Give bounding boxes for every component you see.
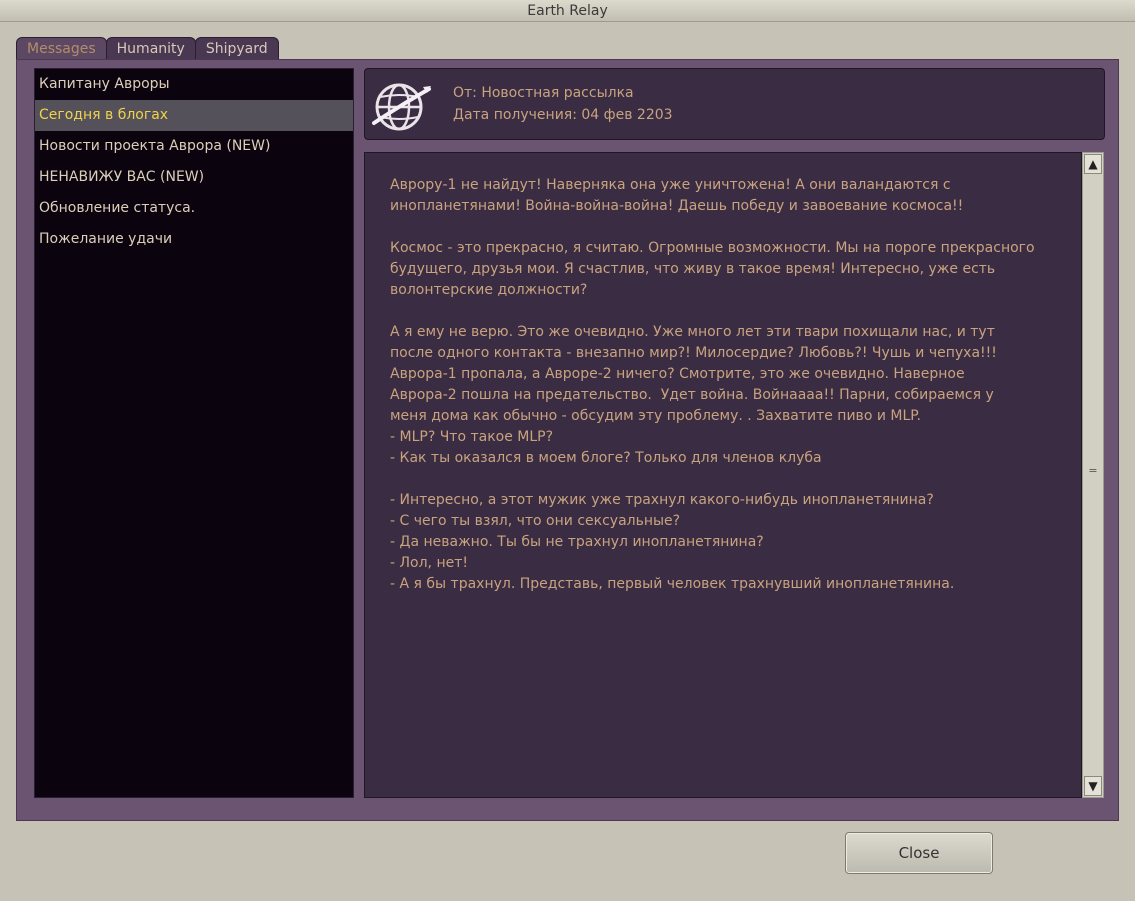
window-title: Earth Relay xyxy=(0,0,1135,22)
list-item[interactable]: Обновление статуса. xyxy=(35,193,353,224)
message-body[interactable]: Аврору-1 не найдут! Наверняка она уже ун… xyxy=(364,152,1082,798)
messages-panel: Капитану Авроры Сегодня в блогах Новости… xyxy=(16,59,1119,821)
scroll-grip-icon[interactable]: = xyxy=(1087,465,1099,476)
list-item[interactable]: НЕНАВИЖУ ВАС (NEW) xyxy=(35,162,353,193)
close-button[interactable]: Close xyxy=(845,832,993,874)
received-date: Дата получения: 04 фев 2203 xyxy=(453,107,673,123)
message-body-text: Аврору-1 не найдут! Наверняка она уже ун… xyxy=(390,177,1035,592)
tab-shipyard[interactable]: Shipyard xyxy=(194,37,279,60)
scroll-up-icon[interactable]: ▲ xyxy=(1084,154,1102,174)
globe-icon xyxy=(372,83,431,131)
message-list[interactable]: Капитану Авроры Сегодня в блогах Новости… xyxy=(34,68,354,798)
scroll-down-icon[interactable]: ▼ xyxy=(1084,776,1102,796)
tab-humanity[interactable]: Humanity xyxy=(105,37,196,60)
sender-label: От: Новостная рассылка xyxy=(453,85,634,101)
tab-messages[interactable]: Messages xyxy=(16,37,107,60)
list-item[interactable]: Новости проекта Аврора (NEW) xyxy=(35,131,353,162)
list-item[interactable]: Пожелание удачи xyxy=(35,224,353,255)
list-item[interactable]: Капитану Авроры xyxy=(35,69,353,100)
message-scrollbar[interactable]: ▲ = ▼ xyxy=(1082,152,1104,798)
message-header: От: Новостная рассылка Дата получения: 0… xyxy=(364,68,1105,140)
tab-bar: Messages Humanity Shipyard xyxy=(16,37,279,60)
list-item-selected[interactable]: Сегодня в блогах xyxy=(35,100,353,131)
